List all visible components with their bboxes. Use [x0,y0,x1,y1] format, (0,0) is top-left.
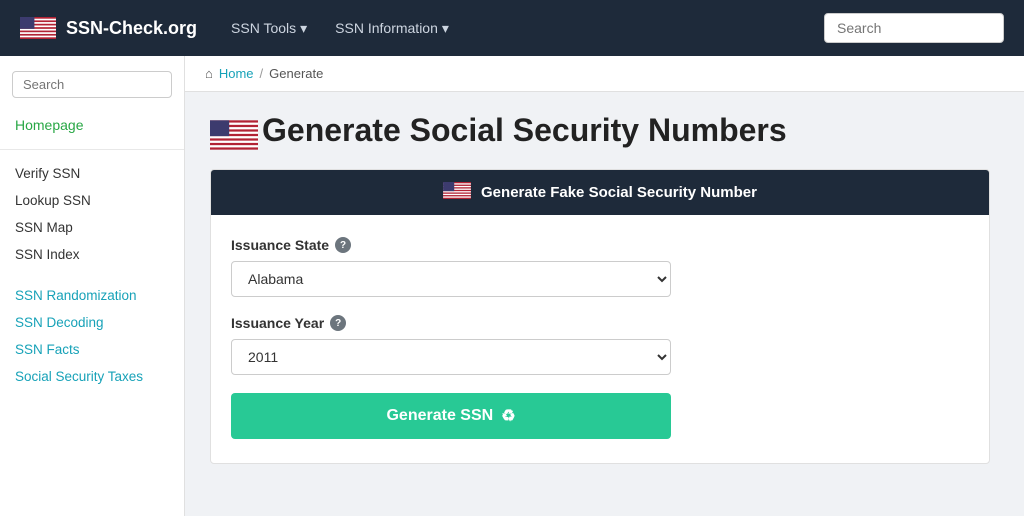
home-icon: ⌂ [205,66,213,81]
navbar-search-input[interactable] [824,13,1004,43]
brand-name: SSN-Check.org [66,18,197,39]
nav-links: SSN Tools ▾ SSN Information ▾ [227,0,824,56]
issuance-year-label: Issuance Year ? [231,315,969,331]
issuance-year-help-icon[interactable]: ? [330,315,346,331]
nav-information[interactable]: SSN Information ▾ [331,0,453,56]
issuance-state-help-icon[interactable]: ? [335,237,351,253]
issuance-state-select[interactable]: AlabamaAlaskaArizonaArkansasCaliforniaCo… [231,261,671,297]
sidebar: Homepage Verify SSN Lookup SSN SSN Map S… [0,56,185,516]
navbar-search [824,13,1004,43]
chevron-down-icon: ▾ [300,20,307,37]
sidebar-item-ssn-index[interactable]: SSN Index [0,241,184,268]
issuance-state-label: Issuance State ? [231,237,969,253]
ssn-card: Generate Fake Social Security Number Iss… [210,169,990,464]
card-body: Issuance State ? AlabamaAlaskaArizonaArk… [211,215,989,463]
content-area: Generate Social Security Numbers [185,92,1024,484]
sidebar-item-ssn-map[interactable]: SSN Map [0,214,184,241]
sidebar-item-ssn-decoding[interactable]: SSN Decoding [0,309,184,336]
card-header-label: Generate Fake Social Security Number [481,184,757,201]
generate-ssn-label: Generate SSN [386,407,493,425]
breadcrumb-home[interactable]: Home [219,66,254,81]
sidebar-item-homepage[interactable]: Homepage [0,113,184,145]
sidebar-item-lookup-ssn[interactable]: Lookup SSN [0,187,184,214]
recycle-icon: ♻ [501,406,515,426]
issuance-year-select[interactable]: 2011201020092008200720062005200420032002… [231,339,671,375]
sidebar-item-social-security-taxes[interactable]: Social Security Taxes [0,363,184,390]
chevron-down-icon: ▾ [442,20,449,37]
breadcrumb: ⌂ Home / Generate [185,56,1024,92]
navbar: SSN-Check.org SSN Tools ▾ SSN Informatio… [0,0,1024,56]
sidebar-item-ssn-randomization[interactable]: SSN Randomization [0,282,184,309]
page-title-row: Generate Social Security Numbers [210,112,999,149]
page-title: Generate Social Security Numbers [262,112,787,149]
flag-icon [20,17,56,39]
generate-ssn-button[interactable]: Generate SSN ♻ [231,393,671,439]
card-header: Generate Fake Social Security Number [211,170,989,215]
main-content: ⌂ Home / Generate [185,56,1024,516]
sidebar-item-ssn-facts[interactable]: SSN Facts [0,336,184,363]
sidebar-divider [0,149,184,150]
card-header-flag-icon [443,182,471,203]
page-flag-icon [210,120,246,142]
sidebar-gap [0,268,184,282]
brand-link[interactable]: SSN-Check.org [20,17,197,39]
breadcrumb-current: Generate [269,66,323,81]
sidebar-search-input[interactable] [12,71,172,98]
nav-tools[interactable]: SSN Tools ▾ [227,0,311,56]
sidebar-item-verify-ssn[interactable]: Verify SSN [0,160,184,187]
breadcrumb-separator: / [260,66,264,81]
layout: Homepage Verify SSN Lookup SSN SSN Map S… [0,56,1024,516]
sidebar-search-wrapper [12,71,172,98]
